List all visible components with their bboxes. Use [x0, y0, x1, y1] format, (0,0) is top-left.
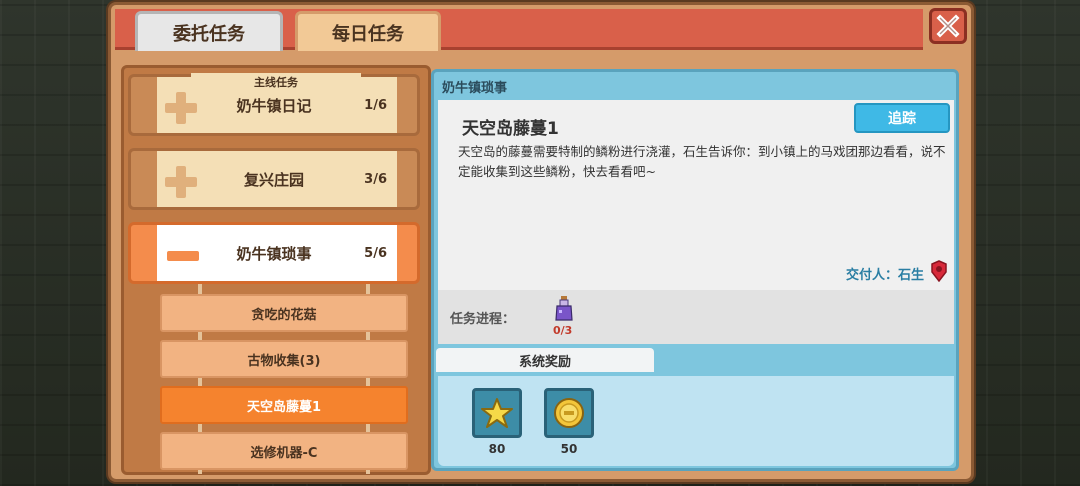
sub-quest-item-selected[interactable]: 天空岛藤蔓1: [160, 386, 408, 424]
progress-count: 0/3: [553, 324, 573, 337]
close-button[interactable]: [929, 8, 967, 44]
reward-item[interactable]: 50: [544, 388, 594, 456]
sub-quest-item[interactable]: 贪吃的花菇: [160, 294, 408, 332]
sub-quest-item[interactable]: 古物收集(3): [160, 340, 408, 378]
detail-header: 奶牛镇琐事: [442, 80, 508, 96]
reward-tab: 系统奖励: [436, 348, 654, 372]
tab-commission[interactable]: 委托任务: [135, 11, 283, 51]
main-entry-count: 3/6: [364, 171, 387, 187]
main-quest-entry-selected[interactable]: 奶牛镇琐事 5/6: [128, 222, 420, 284]
quest-panel: 委托任务 每日任务 主线任务 奶牛镇日记 1/6 复兴庄园 3/6 奶牛镇琐事 …: [108, 2, 974, 482]
tab-daily[interactable]: 每日任务: [295, 11, 441, 51]
quest-detail-panel: 奶牛镇琐事 天空岛藤蔓1 追踪 天空岛的藤蔓需要特制的鳞粉进行浇灌，石生告诉你：…: [431, 69, 959, 471]
reward-count: 80: [488, 442, 506, 456]
main-quest-entry[interactable]: 复兴庄园 3/6: [128, 148, 420, 210]
close-icon: [936, 14, 960, 38]
track-button[interactable]: 追踪: [854, 103, 950, 133]
main-quest-entry[interactable]: 主线任务 奶牛镇日记 1/6: [128, 73, 420, 136]
main-entry-count: 1/6: [364, 97, 387, 113]
main-entry-count: 5/6: [364, 245, 387, 261]
reward-box: 80 50: [438, 376, 954, 466]
progress-label: 任务进程：: [450, 312, 516, 327]
quest-description: 天空岛的藤蔓需要特制的鳞粉进行浇灌，石生告诉你：到小镇上的马戏团那边看看，说不定…: [458, 144, 946, 179]
progress-box: 任务进程： 0/3: [438, 290, 954, 344]
star-icon: [481, 398, 513, 428]
quest-giver: 交付人：石生: [845, 268, 924, 283]
quest-title: 天空岛藤蔓1: [462, 119, 559, 139]
reward-count: 50: [560, 442, 578, 456]
quest-list: 主线任务 奶牛镇日记 1/6 复兴庄园 3/6 奶牛镇琐事 5/6 贪吃的花菇 …: [121, 65, 431, 475]
quest-detail-box: 天空岛藤蔓1 追踪 天空岛的藤蔓需要特制的鳞粉进行浇灌，石生告诉你：到小镇上的马…: [438, 100, 954, 290]
reward-item[interactable]: 80: [472, 388, 522, 456]
potion-icon: [555, 296, 573, 321]
location-pin-icon[interactable]: [930, 260, 948, 282]
sub-quest-item[interactable]: 选修机器-C: [160, 432, 408, 470]
coin-icon: [554, 398, 584, 428]
